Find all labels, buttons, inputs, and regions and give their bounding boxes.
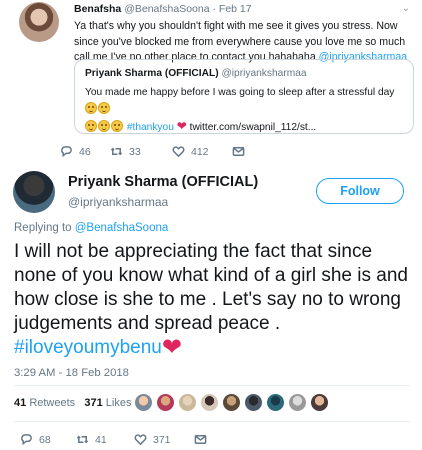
tweet-body: I will not be appreciating the fact that… <box>14 241 408 334</box>
retweet-icon <box>76 435 89 444</box>
smiley-emoji-icon <box>85 120 97 132</box>
avatar[interactable] <box>266 393 285 412</box>
divider <box>14 421 410 422</box>
retweet-icon <box>110 147 123 156</box>
hashtag-link[interactable]: #thankyou <box>127 122 174 133</box>
quoted-tweet-header: Priyank Sharma (OFFICIAL) @ipriyanksharm… <box>85 68 403 79</box>
smiley-emoji-icon <box>111 120 123 132</box>
reply-button[interactable]: 68 <box>20 433 51 446</box>
reply-icon <box>21 434 32 446</box>
avatar[interactable] <box>288 393 307 412</box>
envelope-icon <box>194 435 207 444</box>
replying-to-link[interactable]: @BenafshaSoona <box>75 222 169 234</box>
likes-count: 371 <box>84 397 103 409</box>
tweet-date[interactable]: Feb 17 <box>219 3 252 15</box>
engagement-stats: 41 Retweets 371 Likes <box>14 397 131 409</box>
tweet-timestamp[interactable]: 3:29 AM - 18 Feb 2018 <box>14 367 129 379</box>
avatar[interactable] <box>13 171 55 213</box>
retweets-stat[interactable]: 41 Retweets <box>14 397 75 409</box>
avatar[interactable] <box>222 393 241 412</box>
heart-icon <box>134 434 147 446</box>
replying-to-prefix: Replying to <box>14 222 75 234</box>
red-heart-emoji-icon: ❤ <box>161 334 182 361</box>
quoted-tweet-text: You made me happy before I was going to … <box>85 84 403 136</box>
like-button[interactable]: 412 <box>172 145 209 158</box>
avatar[interactable] <box>19 2 59 42</box>
likes-label: Likes <box>105 397 132 409</box>
like-count: 371 <box>153 433 171 446</box>
message-button[interactable] <box>194 433 207 446</box>
main-tweet-text: I will not be appreciating the fact that… <box>14 240 414 360</box>
parent-tweet-header: Benafsha @BenafshaSoona · Feb 17 <box>74 3 252 15</box>
reply-button[interactable]: 46 <box>60 145 91 158</box>
author-name[interactable]: Priyank Sharma (OFFICIAL) <box>68 174 258 190</box>
hashtag-link[interactable]: #iloveyoumybenu <box>14 337 162 358</box>
quoted-tweet[interactable]: Priyank Sharma (OFFICIAL) @ipriyanksharm… <box>74 59 414 134</box>
smiley-emoji-icon <box>85 102 97 114</box>
smiley-emoji-icon <box>98 102 110 114</box>
liker-avatars <box>134 393 329 413</box>
follow-button[interactable]: Follow <box>316 178 404 204</box>
author-handle[interactable]: @ipriyanksharmaa <box>68 195 168 209</box>
avatar[interactable] <box>244 393 263 412</box>
retweets-count: 41 <box>14 397 27 409</box>
retweet-count: 33 <box>129 145 141 158</box>
reply-icon <box>61 146 72 158</box>
replying-to: Replying to @BenafshaSoona <box>14 222 168 234</box>
retweets-label: Retweets <box>29 397 76 409</box>
reply-count: 46 <box>79 145 91 158</box>
quoted-url[interactable]: twitter.com/swapnil_112/st... <box>190 122 317 133</box>
heart-icon <box>172 146 185 158</box>
reply-count: 68 <box>39 433 51 446</box>
chevron-down-icon[interactable]: ⌄ <box>402 3 410 14</box>
quoted-author-handle: @ipriyanksharmaa <box>221 68 307 79</box>
retweet-button[interactable]: 41 <box>76 433 107 446</box>
author-name[interactable]: Benafsha <box>74 3 121 15</box>
separator: · <box>212 3 217 15</box>
quoted-author-name: Priyank Sharma (OFFICIAL) <box>85 68 219 79</box>
quoted-body: You made me happy before I was going to … <box>85 87 395 98</box>
author-handle[interactable]: @BenafshaSoona <box>124 3 209 15</box>
message-button[interactable] <box>232 145 245 158</box>
retweet-button[interactable]: 33 <box>110 145 141 158</box>
envelope-icon <box>232 147 245 156</box>
parent-tweet[interactable]: Benafsha @BenafshaSoona · Feb 17 ⌄ Ya th… <box>0 0 422 160</box>
like-button[interactable]: 371 <box>134 433 171 446</box>
retweet-count: 41 <box>95 433 107 446</box>
smiley-emoji-icon <box>98 120 110 132</box>
avatar[interactable] <box>310 393 329 412</box>
avatar[interactable] <box>134 393 153 412</box>
like-count: 412 <box>191 145 209 158</box>
avatar[interactable] <box>200 393 219 412</box>
divider <box>14 385 410 386</box>
avatar[interactable] <box>178 393 197 412</box>
avatar[interactable] <box>156 393 175 412</box>
likes-stat[interactable]: 371 Likes <box>84 397 131 409</box>
red-heart-emoji-icon: ❤ <box>176 119 187 133</box>
